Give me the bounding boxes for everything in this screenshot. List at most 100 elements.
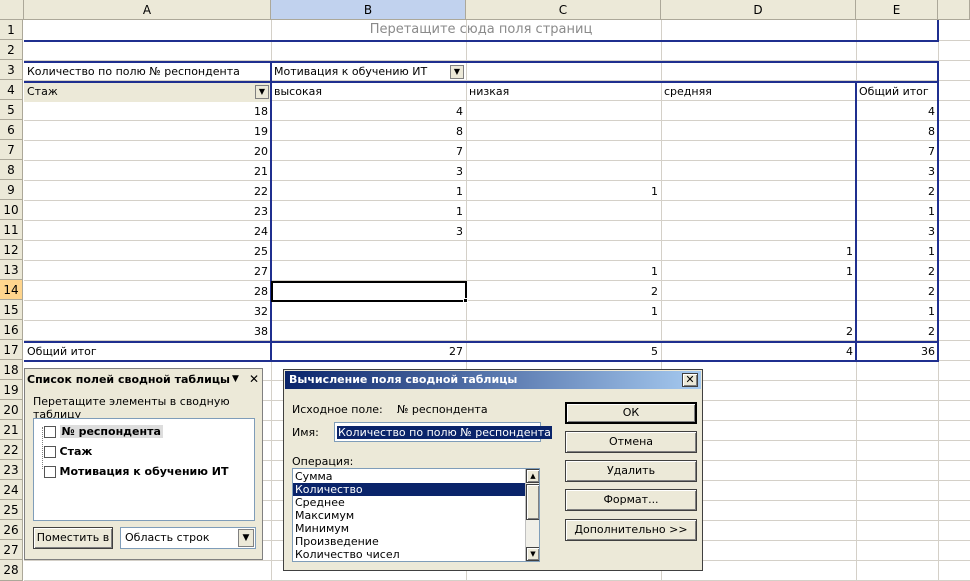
row-header-14[interactable]: 14	[0, 280, 23, 300]
row-header-16[interactable]: 16	[0, 320, 23, 340]
value-cell[interactable]	[466, 142, 661, 162]
ok-button[interactable]: ОК	[565, 402, 697, 424]
value-cell[interactable]: 4	[271, 102, 466, 122]
fill-handle[interactable]	[463, 298, 468, 303]
field-list-close-icon[interactable]: ✕	[249, 372, 259, 386]
grand-total-label[interactable]: Общий итог	[24, 342, 271, 362]
page-field-drop-zone[interactable]: Перетащите сюда поля страниц	[24, 20, 938, 40]
row-field-dropdown-icon[interactable]: ▼	[255, 85, 269, 99]
value-cell[interactable]: 2	[856, 182, 938, 202]
row-header-8[interactable]: 8	[0, 160, 23, 180]
value-cell[interactable]	[271, 262, 466, 282]
row-item-cell[interactable]: 32	[24, 302, 271, 322]
operation-item[interactable]: Сумма	[293, 470, 525, 483]
value-cell[interactable]: 2	[856, 322, 938, 342]
row-item-cell[interactable]: 19	[24, 122, 271, 142]
operation-item[interactable]: Минимум	[293, 522, 525, 535]
value-cell[interactable]: 8	[271, 122, 466, 142]
dialog-title-bar[interactable]: Вычисление поля сводной таблицы	[285, 371, 701, 389]
column-header-f[interactable]	[938, 0, 970, 20]
operation-item[interactable]: Максимум	[293, 509, 525, 522]
value-cell[interactable]: 1	[466, 182, 661, 202]
value-cell[interactable]: 1	[271, 202, 466, 222]
value-cell[interactable]	[271, 302, 466, 322]
operation-listbox[interactable]: Сумма Количество Среднее Максимум Минимум Про…	[292, 468, 540, 562]
col-item-low[interactable]: низкая	[466, 82, 661, 102]
scroll-up-icon[interactable]: ▲	[526, 469, 539, 483]
column-header-d[interactable]: D	[661, 0, 856, 20]
format-button[interactable]: Формат...	[565, 489, 697, 511]
checkbox-icon[interactable]	[44, 446, 56, 458]
row-header-3[interactable]: 3	[0, 60, 23, 80]
row-header-13[interactable]: 13	[0, 260, 23, 280]
name-input[interactable]: Количество по полю № респондента	[334, 422, 552, 442]
value-cell[interactable]	[271, 242, 466, 262]
pivot-column-field[interactable]: Мотивация к обучению ИТ	[271, 62, 466, 82]
row-header-27[interactable]: 27	[0, 540, 23, 560]
row-header-2[interactable]: 2	[0, 40, 23, 60]
area-select[interactable]: Область строк ▼	[120, 527, 256, 549]
value-cell[interactable]: 1	[661, 262, 856, 282]
checkbox-icon[interactable]	[44, 466, 56, 478]
row-item-cell[interactable]: 18	[24, 102, 271, 122]
field-item-motivation[interactable]: Мотивация к обучению ИТ	[44, 465, 228, 478]
pivot-data-field-label[interactable]: Количество по полю № респондента	[24, 62, 271, 82]
value-cell[interactable]	[466, 242, 661, 262]
value-cell[interactable]: 1	[856, 202, 938, 222]
operation-item[interactable]: Количество	[293, 483, 525, 496]
row-header-7[interactable]: 7	[0, 140, 23, 160]
row-header-15[interactable]: 15	[0, 300, 23, 320]
value-cell[interactable]	[661, 102, 856, 122]
scroll-down-icon[interactable]: ▼	[526, 547, 539, 561]
value-cell[interactable]: 3	[271, 222, 466, 242]
value-cell[interactable]: 7	[271, 142, 466, 162]
value-cell[interactable]: 2	[466, 282, 661, 302]
value-cell[interactable]: 4	[856, 102, 938, 122]
row-header-26[interactable]: 26	[0, 520, 23, 540]
row-item-cell[interactable]: 24	[24, 222, 271, 242]
value-cell[interactable]	[661, 282, 856, 302]
operation-item[interactable]: Среднее	[293, 496, 525, 509]
row-header-9[interactable]: 9	[0, 180, 23, 200]
row-header-12[interactable]: 12	[0, 240, 23, 260]
row-header-1[interactable]: 1	[0, 20, 23, 40]
scroll-thumb[interactable]	[526, 484, 539, 520]
value-cell[interactable]: 2	[661, 322, 856, 342]
advanced-button[interactable]: Дополнительно >>	[565, 519, 697, 541]
row-header-6[interactable]: 6	[0, 120, 23, 140]
operation-list[interactable]: Сумма Количество Среднее Максимум Минимум Про…	[293, 470, 525, 561]
value-cell[interactable]	[661, 302, 856, 322]
value-cell[interactable]: 8	[856, 122, 938, 142]
column-field-dropdown-icon[interactable]: ▼	[450, 65, 464, 79]
field-list-title[interactable]: Список полей сводной таблицы	[27, 371, 260, 389]
row-header-17[interactable]: 17	[0, 340, 23, 360]
value-cell[interactable]: 7	[856, 142, 938, 162]
field-list-box[interactable]: № респондента Стаж Мотивация к обучению …	[33, 418, 255, 521]
active-cell-b14[interactable]	[271, 281, 467, 302]
row-header-4[interactable]: 4	[0, 80, 23, 100]
column-header-b[interactable]: B	[271, 0, 466, 20]
field-item-experience[interactable]: Стаж	[44, 445, 92, 458]
value-cell[interactable]	[661, 202, 856, 222]
value-cell[interactable]	[466, 202, 661, 222]
column-header-a[interactable]: A	[24, 0, 271, 20]
field-item-respondent[interactable]: № респондента	[44, 425, 163, 438]
value-cell[interactable]	[271, 322, 466, 342]
checkbox-icon[interactable]	[44, 426, 56, 438]
row-item-cell[interactable]: 27	[24, 262, 271, 282]
cancel-button[interactable]: Отмена	[565, 431, 697, 453]
value-cell[interactable]: 1	[661, 242, 856, 262]
column-header-e[interactable]: E	[856, 0, 938, 20]
grand-total-mid[interactable]: 4	[661, 342, 856, 362]
row-item-cell[interactable]: 20	[24, 142, 271, 162]
grand-total-all[interactable]: 36	[856, 342, 938, 362]
row-item-cell[interactable]: 38	[24, 322, 271, 342]
row-header-23[interactable]: 23	[0, 460, 23, 480]
value-cell[interactable]: 3	[856, 222, 938, 242]
row-item-cell[interactable]: 25	[24, 242, 271, 262]
row-header-5[interactable]: 5	[0, 100, 23, 120]
row-header-22[interactable]: 22	[0, 440, 23, 460]
grand-total-high[interactable]: 27	[271, 342, 466, 362]
row-item-cell[interactable]: 23	[24, 202, 271, 222]
col-item-mid[interactable]: средняя	[661, 82, 856, 102]
